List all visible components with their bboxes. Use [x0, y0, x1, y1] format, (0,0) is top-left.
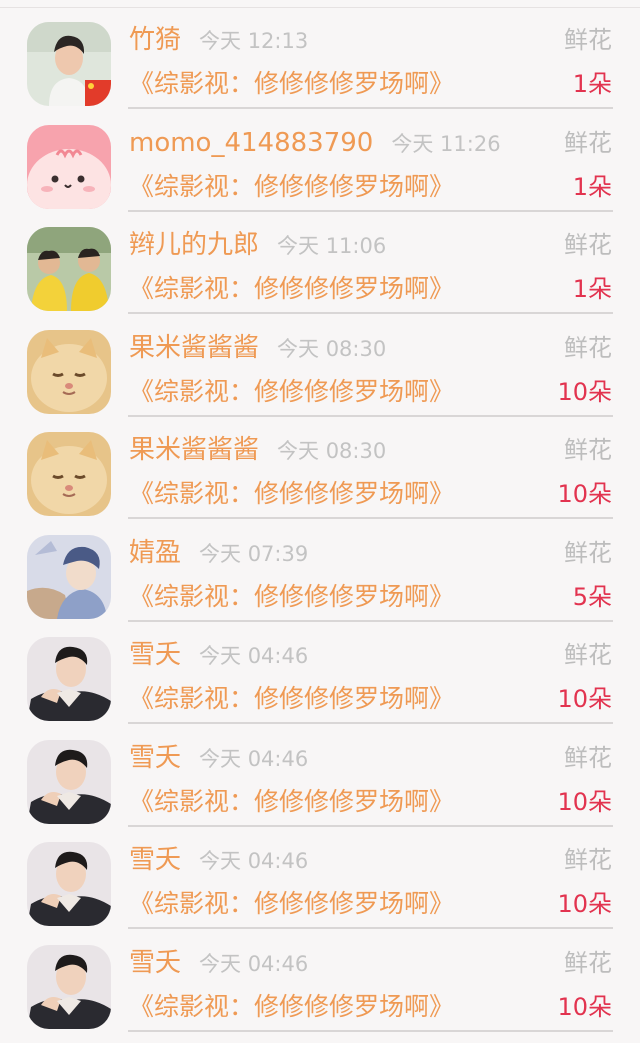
timestamp: 今天 07:39 [199, 542, 308, 566]
row-divider [128, 415, 613, 417]
avatar[interactable] [27, 330, 111, 414]
list-item[interactable]: 雪夭今天 04:46 鲜花《综影视：修修修修罗场啊》 10朵 [0, 941, 640, 1043]
user-name-text[interactable]: 辫儿的九郎 [129, 230, 259, 260]
user-name-text[interactable]: 竹猗 [129, 25, 181, 55]
list-item[interactable]: momo_414883790 今天 11:26 鲜花《综影视：修修修修罗场啊》 1朵 [0, 121, 640, 224]
book-title-link[interactable]: 《综影视：修修修修罗场啊》 [129, 886, 454, 922]
flower-count: 1朵 [573, 271, 612, 307]
timestamp: 今天 08:30 [277, 439, 386, 463]
avatar[interactable] [27, 227, 111, 311]
flower-count: 10朵 [557, 476, 612, 512]
flower-count: 10朵 [557, 886, 612, 922]
avatar[interactable] [27, 740, 111, 824]
list-item[interactable]: 雪夭今天 04:46 鲜花《综影视：修修修修罗场啊》 10朵 [0, 633, 640, 736]
user-name-text[interactable]: 果米酱酱酱 [129, 435, 259, 465]
list-item[interactable]: 辫儿的九郎今天 11:06 鲜花《综影视：修修修修罗场啊》 1朵 [0, 223, 640, 326]
timestamp: 今天 08:30 [277, 337, 386, 361]
flower-count: 1朵 [573, 66, 612, 102]
list-item[interactable]: 雪夭今天 04:46 鲜花《综影视：修修修修罗场啊》 10朵 [0, 736, 640, 839]
gift-type-label: 鲜花 [564, 637, 612, 673]
avatar[interactable] [27, 432, 111, 516]
flower-count: 10朵 [557, 989, 612, 1025]
list-item[interactable]: 果米酱酱酱今天 08:30 鲜花《综影视：修修修修罗场啊》 10朵 [0, 326, 640, 429]
list-item[interactable]: 果米酱酱酱今天 08:30 鲜花《综影视：修修修修罗场啊》 10朵 [0, 428, 640, 531]
gift-type-label: 鲜花 [564, 535, 612, 571]
user-name[interactable]: 竹猗今天 12:13 [129, 22, 308, 59]
timestamp: 今天 11:26 [391, 132, 500, 156]
avatar[interactable] [27, 125, 111, 209]
flower-count: 10朵 [557, 681, 612, 717]
user-name[interactable]: 雪夭今天 04:46 [129, 740, 308, 777]
user-name[interactable]: 婧盈今天 07:39 [129, 535, 308, 572]
gift-type-label: 鲜花 [564, 945, 612, 981]
row-divider [128, 825, 613, 827]
flower-count: 10朵 [557, 374, 612, 410]
gift-type-label: 鲜花 [564, 125, 612, 161]
user-name[interactable]: 果米酱酱酱今天 08:30 [129, 432, 386, 469]
user-name-text[interactable]: 雪夭 [129, 743, 181, 773]
timestamp: 今天 04:46 [199, 849, 308, 873]
user-name-text[interactable]: 果米酱酱酱 [129, 333, 259, 363]
book-title-link[interactable]: 《综影视：修修修修罗场啊》 [129, 784, 454, 820]
timestamp: 今天 04:46 [199, 952, 308, 976]
row-divider [128, 312, 613, 314]
user-name-text[interactable]: 婧盈 [129, 538, 181, 568]
user-name-text[interactable]: 雪夭 [129, 640, 181, 670]
user-name-text[interactable]: 雪夭 [129, 948, 181, 978]
timestamp: 今天 04:46 [199, 747, 308, 771]
book-title-link[interactable]: 《综影视：修修修修罗场啊》 [129, 989, 454, 1025]
list-item[interactable]: 竹猗今天 12:13 鲜花《综影视：修修修修罗场啊》 1朵 [0, 18, 640, 121]
row-divider [128, 620, 613, 622]
row-divider [128, 927, 613, 929]
row-divider [128, 722, 613, 724]
gift-type-label: 鲜花 [564, 740, 612, 776]
flower-count: 1朵 [573, 169, 612, 205]
flower-gift-list: 竹猗今天 12:13鲜花《综影视：修修修修罗场啊》1朵momo_41488379… [0, 18, 640, 1043]
user-name[interactable]: 果米酱酱酱今天 08:30 [129, 330, 386, 367]
user-name[interactable]: 辫儿的九郎今天 11:06 [129, 227, 386, 264]
gift-type-label: 鲜花 [564, 432, 612, 468]
list-item[interactable]: 雪夭今天 04:46 鲜花《综影视：修修修修罗场啊》 10朵 [0, 838, 640, 941]
book-title-link[interactable]: 《综影视：修修修修罗场啊》 [129, 271, 454, 307]
row-divider [128, 517, 613, 519]
book-title-link[interactable]: 《综影视：修修修修罗场啊》 [129, 66, 454, 102]
avatar[interactable] [27, 842, 111, 926]
timestamp: 今天 11:06 [277, 234, 386, 258]
user-name[interactable]: 雪夭今天 04:46 [129, 637, 308, 674]
user-name[interactable]: 雪夭今天 04:46 [129, 842, 308, 879]
timestamp: 今天 04:46 [199, 644, 308, 668]
book-title-link[interactable]: 《综影视：修修修修罗场啊》 [129, 476, 454, 512]
user-name[interactable]: 雪夭今天 04:46 [129, 945, 308, 982]
avatar[interactable] [27, 535, 111, 619]
book-title-link[interactable]: 《综影视：修修修修罗场啊》 [129, 169, 454, 205]
row-divider [128, 1030, 613, 1032]
book-title-link[interactable]: 《综影视：修修修修罗场啊》 [129, 579, 454, 615]
user-name-text[interactable]: momo_414883790 [129, 128, 373, 158]
gift-type-label: 鲜花 [564, 330, 612, 366]
book-title-link[interactable]: 《综影视：修修修修罗场啊》 [129, 681, 454, 717]
timestamp: 今天 12:13 [199, 29, 308, 53]
flower-count: 5朵 [573, 579, 612, 615]
gift-type-label: 鲜花 [564, 842, 612, 878]
row-divider [128, 210, 613, 212]
gift-type-label: 鲜花 [564, 22, 612, 58]
user-name-text[interactable]: 雪夭 [129, 845, 181, 875]
flower-count: 10朵 [557, 784, 612, 820]
user-name[interactable]: momo_414883790 今天 11:26 [129, 125, 501, 162]
gift-type-label: 鲜花 [564, 227, 612, 263]
list-item[interactable]: 婧盈今天 07:39 鲜花《综影视：修修修修罗场啊》 5朵 [0, 531, 640, 634]
avatar[interactable] [27, 637, 111, 721]
avatar[interactable] [27, 945, 111, 1029]
row-divider [128, 107, 613, 109]
book-title-link[interactable]: 《综影视：修修修修罗场啊》 [129, 374, 454, 410]
top-divider [0, 7, 640, 8]
avatar[interactable] [27, 22, 111, 106]
